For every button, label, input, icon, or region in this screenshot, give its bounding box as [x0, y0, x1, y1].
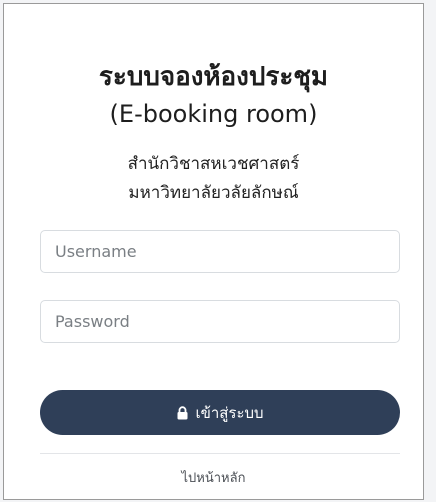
- page-title: ระบบจองห้องประชุม: [98, 62, 329, 92]
- login-button-label: เข้าสู่ระบบ: [195, 403, 264, 422]
- department-name-line2: มหาวิทยาลัยวลัยลักษณ์: [128, 183, 299, 203]
- department-name-line1: สำนักวิชาสหเวชศาสตร์: [127, 154, 300, 174]
- divider: [40, 453, 400, 454]
- home-link[interactable]: ไปหน้าหลัก: [4, 467, 423, 488]
- username-input[interactable]: [40, 230, 400, 273]
- lock-icon: [176, 405, 189, 420]
- login-button[interactable]: เข้าสู่ระบบ: [40, 390, 400, 435]
- page-subtitle: (E-booking room): [109, 100, 318, 128]
- login-card: ระบบจองห้องประชุม (E-booking room) สำนัก…: [3, 3, 424, 500]
- password-input[interactable]: [40, 300, 400, 343]
